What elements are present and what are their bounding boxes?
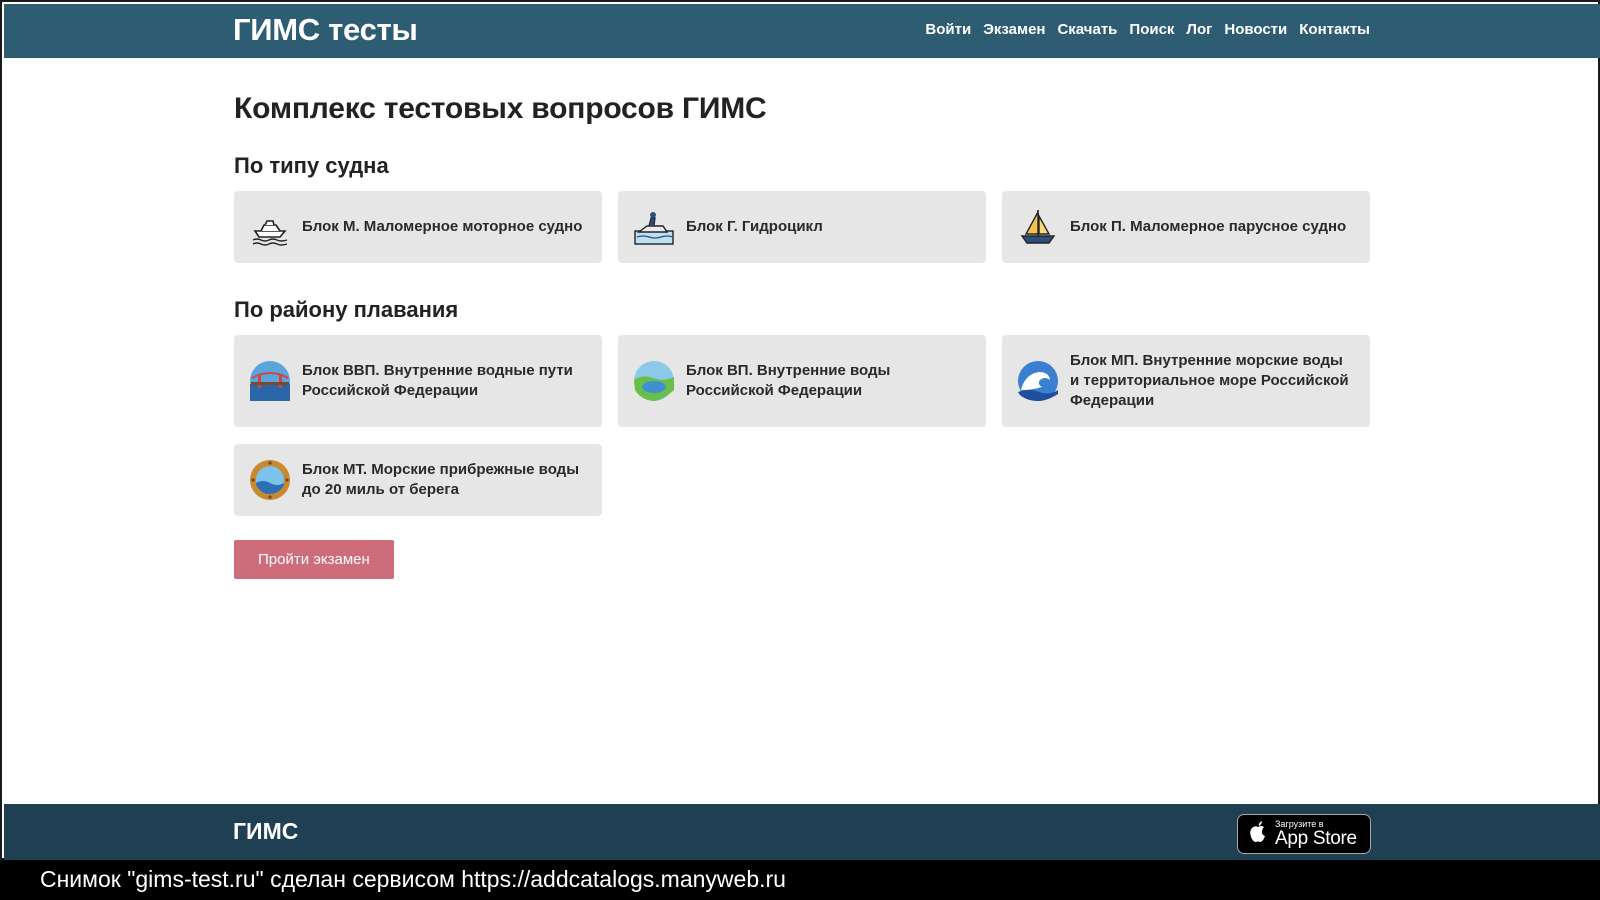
card-label: Блок ВВП. Внутренние водные пути Российс… bbox=[302, 362, 573, 399]
jet-ski-icon bbox=[633, 206, 675, 248]
porthole-icon bbox=[249, 459, 291, 501]
card-block-p[interactable]: Блок П. Маломерное парусное судно bbox=[1002, 191, 1370, 263]
card-label: Блок П. Маломерное парусное судно bbox=[1070, 218, 1347, 235]
nav-exam[interactable]: Экзамен bbox=[983, 21, 1045, 38]
card-block-g[interactable]: Блок Г. Гидроцикл bbox=[618, 191, 986, 263]
caption-text: Снимок "gims-test.ru" сделан сервисом ht… bbox=[40, 866, 786, 892]
appstore-text: Загрузите в App Store bbox=[1275, 819, 1357, 849]
card-block-mp[interactable]: Блок МП. Внутренние морские воды и терри… bbox=[1002, 335, 1370, 427]
card-label: Блок Г. Гидроцикл bbox=[686, 218, 823, 235]
card-block-mt[interactable]: Блок МТ. Морские прибрежные воды до 20 м… bbox=[234, 444, 602, 516]
appstore-big-text: App Store bbox=[1275, 828, 1357, 849]
card-label: Блок МП. Внутренние морские воды и терри… bbox=[1070, 352, 1349, 409]
site-logo-link[interactable]: ГИМС тесты bbox=[233, 12, 418, 48]
apple-icon bbox=[1248, 820, 1268, 849]
nav-contacts[interactable]: Контакты bbox=[1299, 21, 1370, 38]
vessel-block-grid: Блок М. Маломерное моторное судно Блок Г… bbox=[234, 191, 1371, 263]
screenshot-caption: Снимок "gims-test.ru" сделан сервисом ht… bbox=[0, 860, 1600, 900]
main-nav: Войти Экзамен Скачать Поиск Лог Новости … bbox=[925, 21, 1370, 38]
nav-search[interactable]: Поиск bbox=[1129, 21, 1174, 38]
footer-logo: ГИМС bbox=[233, 818, 299, 844]
motor-boat-icon bbox=[249, 206, 291, 248]
nav-download[interactable]: Скачать bbox=[1057, 21, 1117, 38]
main-content: Комплекс тестовых вопросов ГИМС По типу … bbox=[234, 58, 1371, 579]
card-block-m[interactable]: Блок М. Маломерное моторное судно bbox=[234, 191, 602, 263]
card-label: Блок М. Маломерное моторное судно bbox=[302, 218, 583, 235]
card-block-vvp[interactable]: Блок ВВП. Внутренние водные пути Российс… bbox=[234, 335, 602, 427]
lake-icon bbox=[633, 360, 675, 402]
nav-news[interactable]: Новости bbox=[1224, 21, 1287, 38]
section-title-area: По району плавания bbox=[234, 297, 459, 322]
site-header: ГИМС тесты Войти Экзамен Скачать Поиск Л… bbox=[4, 4, 1600, 58]
page-frame: ГИМС тесты Войти Экзамен Скачать Поиск Л… bbox=[0, 0, 1600, 860]
area-block-grid: Блок ВВП. Внутренние водные пути Российс… bbox=[234, 335, 1371, 516]
section-title-vessel: По типу судна bbox=[234, 153, 389, 178]
appstore-badge[interactable]: Загрузите в App Store bbox=[1237, 814, 1371, 854]
sailboat-icon bbox=[1017, 206, 1059, 248]
bridge-icon bbox=[249, 360, 291, 402]
take-exam-button[interactable]: Пройти экзамен bbox=[234, 540, 394, 579]
site-footer: ГИМС Загрузите в App Store bbox=[4, 804, 1600, 860]
card-label: Блок МТ. Морские прибрежные воды до 20 м… bbox=[302, 461, 580, 498]
nav-login[interactable]: Войти bbox=[925, 21, 971, 38]
page-title: Комплекс тестовых вопросов ГИМС bbox=[234, 92, 767, 125]
wave-icon bbox=[1017, 360, 1059, 402]
card-block-vp[interactable]: Блок ВП. Внутренние воды Российской Феде… bbox=[618, 335, 986, 427]
card-label: Блок ВП. Внутренние воды Российской Феде… bbox=[686, 362, 891, 399]
nav-log[interactable]: Лог bbox=[1186, 21, 1212, 38]
